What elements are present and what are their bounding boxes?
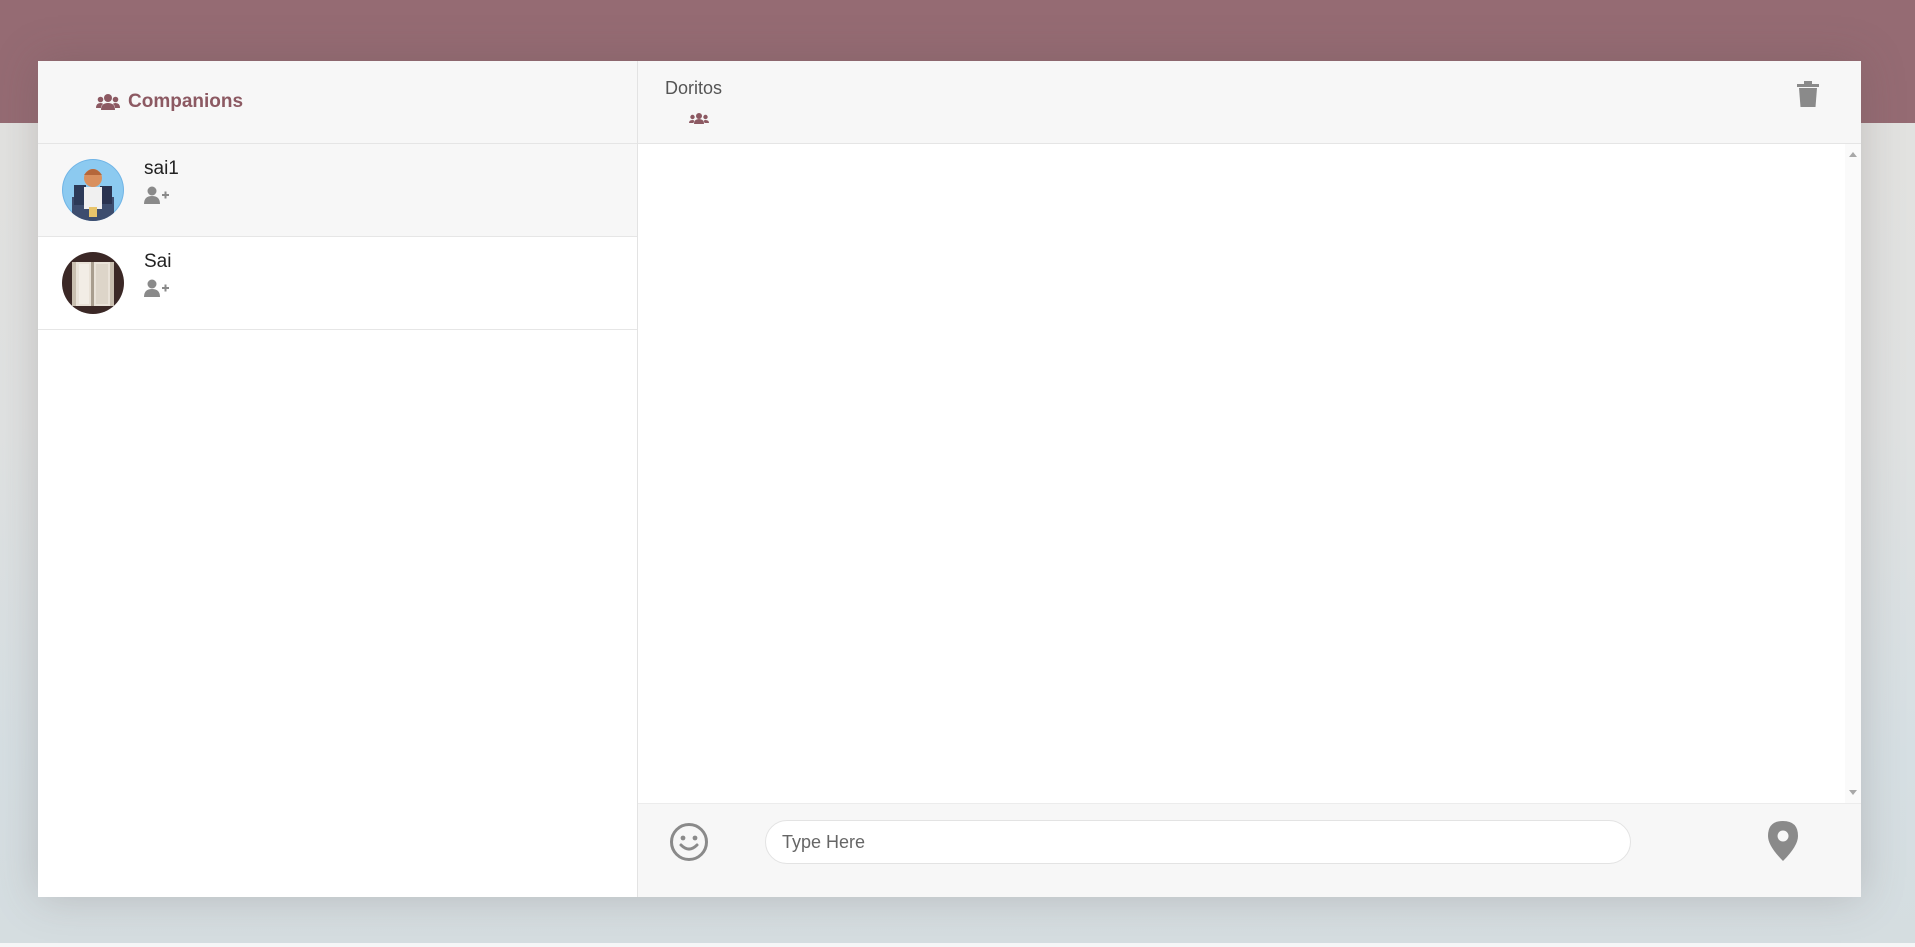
trash-icon [1797,81,1819,107]
share-location-button[interactable] [1768,821,1798,866]
message-input[interactable] [765,820,1631,864]
messages-scrollbar[interactable] [1845,144,1861,803]
chat-title: Doritos [665,78,723,98]
user-plus-icon[interactable] [144,279,171,302]
companions-header: Companions [38,61,637,144]
user-plus-icon[interactable] [144,186,179,209]
chat-app-panel: Companions sai1 Sai Doritos Type Here [38,61,1861,897]
messages-area[interactable] [638,144,1861,803]
bottom-strip [0,943,1915,947]
companion-name: Sai [144,250,172,272]
scroll-up-arrow-icon[interactable] [1849,152,1857,157]
companion-name: sai1 [144,157,179,179]
group-icon [689,111,709,129]
companion-item-sai1[interactable]: sai1 [38,144,637,237]
map-marker-icon [1768,821,1798,861]
companions-sidebar: Companions sai1 Sai [38,61,638,897]
emoji-button[interactable] [669,822,709,867]
chat-header: Doritos [638,61,1861,144]
avatar [62,159,124,221]
avatar [62,252,124,314]
smiley-icon [670,823,708,861]
companions-title: Companions [128,91,244,112]
users-icon [96,94,120,110]
message-input-bar [638,803,1861,897]
delete-chat-button[interactable] [1797,81,1819,112]
companion-item-sai[interactable]: Sai [38,237,637,330]
scroll-down-arrow-icon[interactable] [1849,790,1857,795]
chat-area: Doritos [638,61,1861,897]
